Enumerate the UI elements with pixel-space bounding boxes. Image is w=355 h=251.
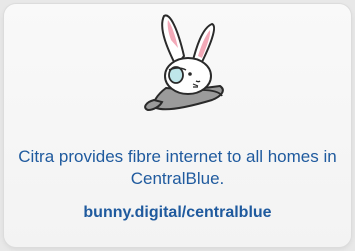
centralblue-link[interactable]: bunny.digital/centralblue [14,203,341,223]
info-card: Citra provides fibre internet to all hom… [4,4,351,247]
bunny-mascot-icon [144,14,224,112]
info-message: Citra provides fibre internet to all hom… [18,147,337,188]
